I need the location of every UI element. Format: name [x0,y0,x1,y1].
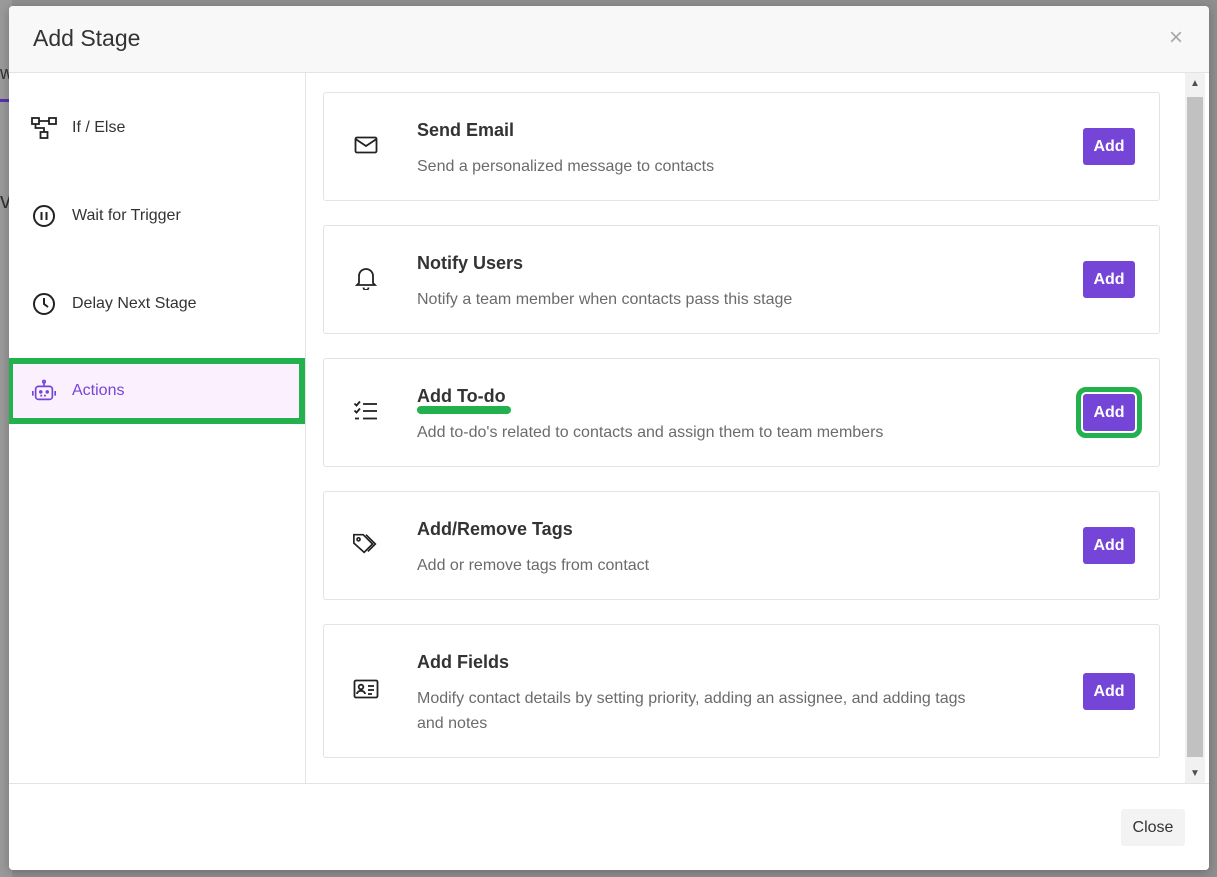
action-card-add-fields: Add Fields Modify contact details by set… [323,624,1160,758]
modal-footer: Close [9,783,1209,870]
stage-type-sidebar: If / Else Wait for Trigger Delay Next St… [9,73,306,783]
add-send-email-button[interactable]: Add [1083,128,1135,165]
sidebar-item-wait-for-trigger[interactable]: Wait for Trigger [9,185,305,247]
highlight-underline [417,406,511,414]
scroll-up-arrow-icon[interactable]: ▲ [1185,73,1205,93]
tags-icon [352,530,380,558]
scroll-down-arrow-icon[interactable]: ▼ [1185,763,1205,783]
sidebar-item-actions[interactable]: Actions [9,358,305,424]
action-card-notify-users: Notify Users Notify a team member when c… [323,225,1160,334]
sidebar-item-delay-next-stage[interactable]: Delay Next Stage [9,273,305,335]
action-card-add-to-do: Add To-do Add to-do's related to contact… [323,358,1160,467]
sidebar-item-label: If / Else [72,119,126,136]
branch-icon [31,115,57,141]
close-button[interactable]: Close [1121,809,1185,846]
add-notify-users-button[interactable]: Add [1083,261,1135,298]
action-description: Add to-do's related to contacts and assi… [417,424,884,441]
close-icon[interactable]: × [1169,24,1183,52]
modal-title: Add Stage [33,25,141,51]
content-scrollbar[interactable]: ▲ ▼ [1185,73,1205,783]
action-description: Notify a team member when contacts pass … [417,291,793,308]
clock-icon [31,291,57,317]
sidebar-item-if-else[interactable]: If / Else [9,97,305,159]
background-tab-underline [0,99,9,102]
add-stage-modal: Add Stage × If / Else Wait for Trigger D… [9,6,1209,870]
add-fields-button[interactable]: Add [1083,673,1135,710]
robot-icon [31,378,57,404]
action-title: Add To-do [417,386,506,406]
action-description: Send a personalized message to contacts [417,158,715,175]
scroll-thumb[interactable] [1187,97,1203,757]
action-title: Send Email [417,120,515,140]
pause-circle-icon [31,203,57,229]
action-title: Add/Remove Tags [417,519,573,539]
sidebar-item-label: Wait for Trigger [72,207,181,224]
action-description: Add or remove tags from contact [417,557,650,574]
id-card-icon [352,675,380,703]
envelope-icon [352,131,380,159]
bell-icon [352,264,380,292]
action-card-add-remove-tags: Add/Remove Tags Add or remove tags from … [323,491,1160,600]
sidebar-item-label: Actions [72,382,125,399]
actions-list: Send Email Send a personalized message t… [306,73,1185,783]
modal-header: Add Stage × [9,6,1209,73]
action-title: Notify Users [417,253,524,273]
sidebar-item-label: Delay Next Stage [72,295,197,312]
action-card-send-email: Send Email Send a personalized message t… [323,92,1160,201]
add-to-do-button[interactable]: Add [1076,387,1142,438]
action-description: Modify contact details by setting priori… [417,690,966,732]
add-remove-tags-button[interactable]: Add [1083,527,1135,564]
checklist-icon [352,397,380,425]
action-title: Add Fields [417,652,510,672]
